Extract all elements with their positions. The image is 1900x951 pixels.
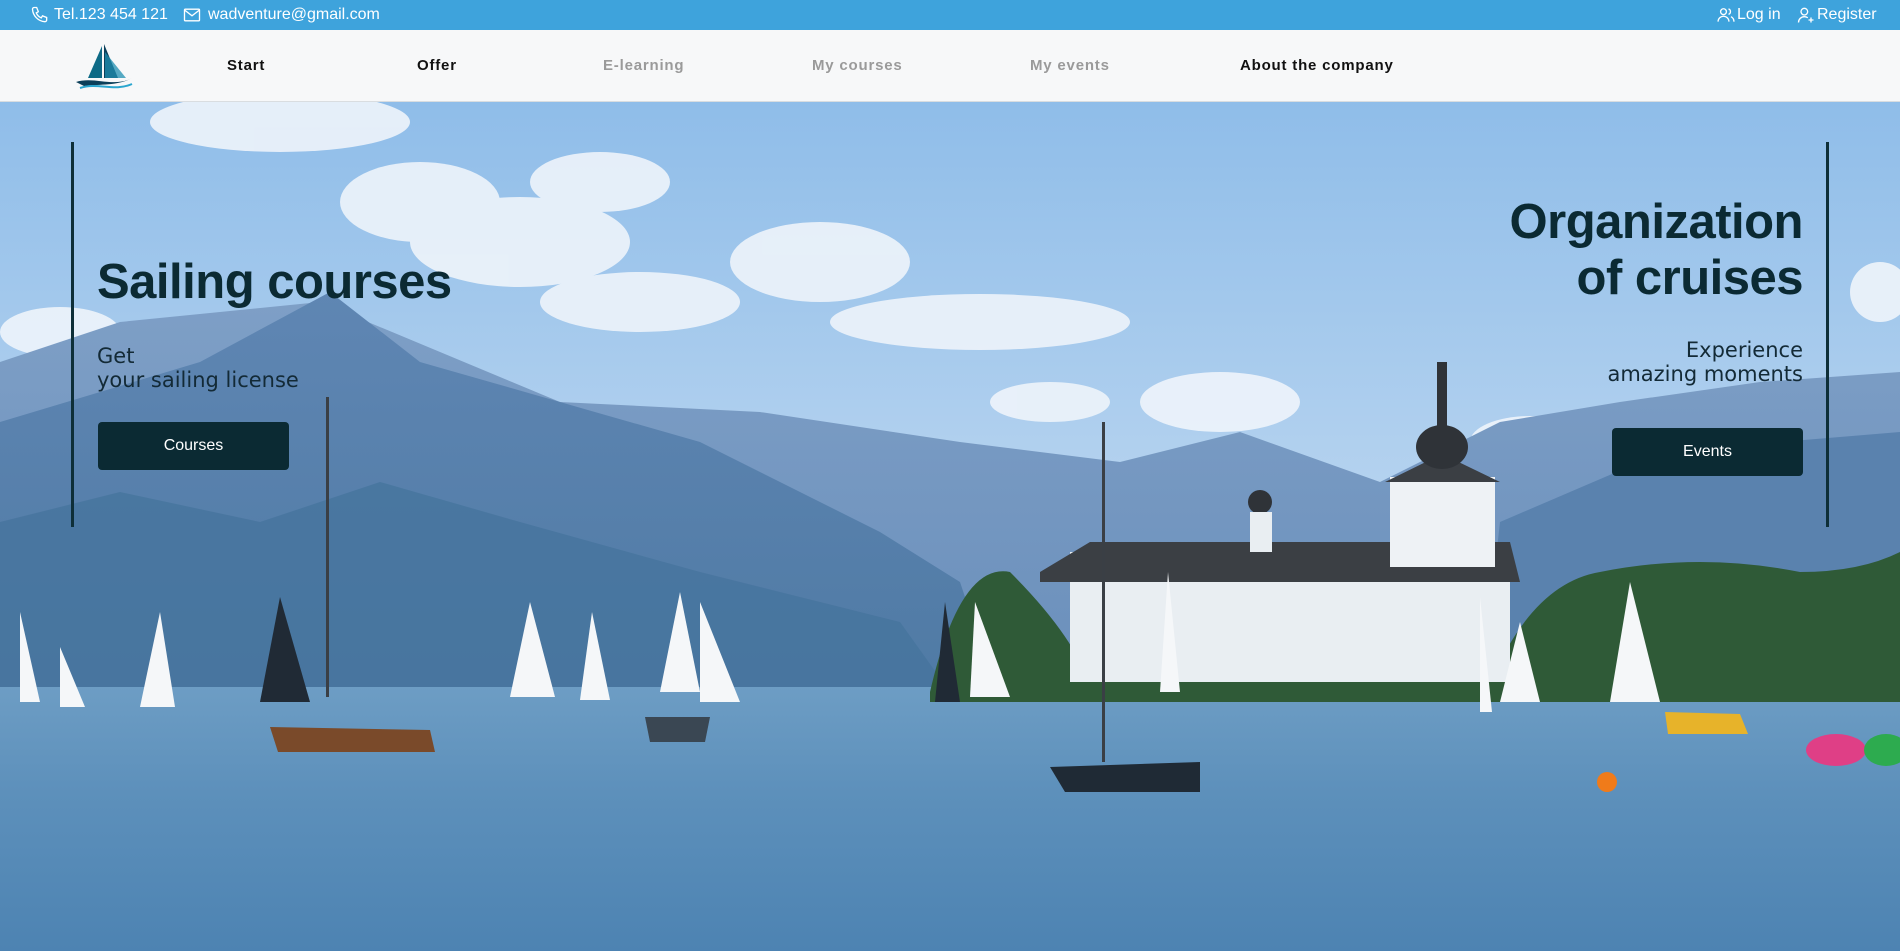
left-accent-line [71,142,74,527]
nav-my-courses[interactable]: My courses [812,30,903,102]
email-contact[interactable]: wadventure@gmail.com [182,0,380,30]
login-link[interactable]: Log in [1716,0,1781,30]
login-label: Log in [1737,6,1781,23]
nav-start[interactable]: Start [227,30,265,102]
title-line: Organization [1509,195,1804,249]
subtitle-line: Experience [1685,338,1803,362]
phone-number: Tel.123 454 121 [54,6,168,23]
sailing-courses-title: Sailing courses [97,255,452,309]
users-icon [1717,8,1735,22]
courses-button[interactable]: Courses [98,422,289,470]
phone-contact[interactable]: Tel.123 454 121 [30,0,168,30]
email-address: wadventure@gmail.com [208,6,380,23]
register-label: Register [1817,6,1877,23]
nav-my-events[interactable]: My events [1030,30,1110,102]
subtitle-line: Get [97,344,135,368]
register-link[interactable]: Register [1796,0,1877,30]
subtitle-line: your sailing license [97,368,299,392]
sailboat-logo[interactable] [74,42,134,90]
contact-bar: Tel.123 454 121 wadventure@gmail.com Log… [0,0,1900,30]
mail-icon [183,8,201,22]
phone-icon [31,6,48,23]
nav-about-company[interactable]: About the company [1240,30,1394,102]
sailing-courses-subtitle: Get your sailing license [97,344,299,392]
right-accent-line [1826,142,1829,527]
hero-banner: Sailing courses Get your sailing license… [0,102,1900,951]
organization-of-cruises-title: Organization of cruises [1509,194,1804,306]
cruises-subtitle: Experience amazing moments [1607,338,1803,386]
events-button[interactable]: Events [1612,428,1803,476]
subtitle-line: amazing moments [1607,362,1803,386]
nav-offer[interactable]: Offer [417,30,457,102]
main-navigation: Start Offer E-learning My courses My eve… [0,30,1900,102]
nav-e-learning[interactable]: E-learning [603,30,684,102]
add-user-icon [1797,7,1814,23]
title-line: of cruises [1576,251,1804,305]
